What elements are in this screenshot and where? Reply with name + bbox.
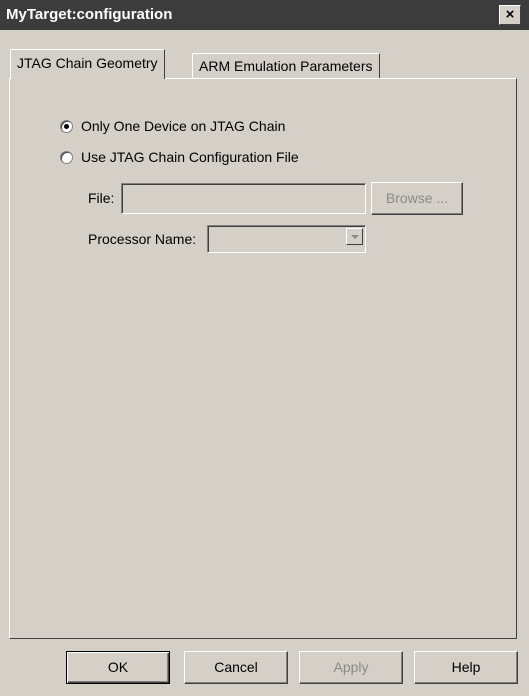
tab-jtag-chain-geometry[interactable]: JTAG Chain Geometry	[10, 49, 165, 79]
ok-button[interactable]: OK	[66, 651, 170, 684]
cancel-button-label: Cancel	[214, 659, 258, 675]
configuration-dialog: MyTarget:configuration × JTAG Chain Geom…	[0, 0, 529, 696]
tab-panel-jtag-chain-geometry	[9, 78, 517, 639]
close-icon: ×	[505, 6, 515, 23]
cancel-button[interactable]: Cancel	[184, 651, 288, 684]
apply-button-label: Apply	[333, 659, 369, 675]
tab-arm-emulation-parameters[interactable]: ARM Emulation Parameters	[192, 53, 380, 79]
window-title: MyTarget:configuration	[6, 6, 173, 23]
tab-label: ARM Emulation Parameters	[199, 58, 373, 74]
ok-button-label: OK	[107, 659, 129, 675]
help-button-label: Help	[451, 659, 481, 675]
apply-button[interactable]: Apply	[299, 651, 403, 684]
tab-label: JTAG Chain Geometry	[17, 55, 158, 71]
title-bar[interactable]: MyTarget:configuration ×	[0, 0, 529, 30]
help-button[interactable]: Help	[414, 651, 518, 684]
close-button[interactable]: ×	[499, 5, 521, 25]
